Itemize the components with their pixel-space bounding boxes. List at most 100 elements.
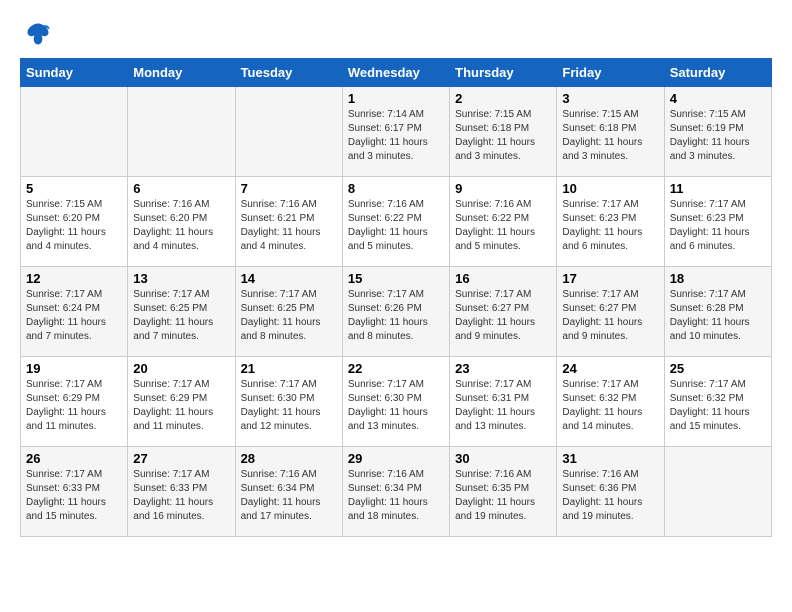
calendar-cell: 20 Sunrise: 7:17 AM Sunset: 6:29 PM Dayli…	[128, 357, 235, 447]
calendar-cell: 10 Sunrise: 7:17 AM Sunset: 6:23 PM Dayli…	[557, 177, 664, 267]
calendar-cell: 22 Sunrise: 7:17 AM Sunset: 6:30 PM Dayli…	[342, 357, 449, 447]
calendar-cell: 17 Sunrise: 7:17 AM Sunset: 6:27 PM Dayli…	[557, 267, 664, 357]
day-info: Sunrise: 7:17 AM Sunset: 6:23 PM Dayligh…	[670, 198, 766, 254]
day-info: Sunrise: 7:17 AM Sunset: 6:25 PM Dayligh…	[241, 288, 337, 344]
day-info: Sunrise: 7:17 AM Sunset: 6:31 PM Dayligh…	[455, 378, 551, 434]
day-number: 24	[562, 361, 658, 376]
calendar-week-row: 5 Sunrise: 7:15 AM Sunset: 6:20 PM Daylig…	[21, 177, 772, 267]
calendar-cell: 13 Sunrise: 7:17 AM Sunset: 6:25 PM Dayli…	[128, 267, 235, 357]
day-info: Sunrise: 7:16 AM Sunset: 6:34 PM Dayligh…	[241, 468, 337, 524]
weekday-header-tuesday: Tuesday	[235, 59, 342, 87]
calendar-week-row: 26 Sunrise: 7:17 AM Sunset: 6:33 PM Dayli…	[21, 447, 772, 537]
day-number: 15	[348, 271, 444, 286]
day-number: 6	[133, 181, 229, 196]
calendar-cell: 26 Sunrise: 7:17 AM Sunset: 6:33 PM Dayli…	[21, 447, 128, 537]
weekday-header-friday: Friday	[557, 59, 664, 87]
day-number: 28	[241, 451, 337, 466]
day-info: Sunrise: 7:17 AM Sunset: 6:24 PM Dayligh…	[26, 288, 122, 344]
day-info: Sunrise: 7:17 AM Sunset: 6:29 PM Dayligh…	[26, 378, 122, 434]
calendar-cell: 6 Sunrise: 7:16 AM Sunset: 6:20 PM Daylig…	[128, 177, 235, 267]
day-number: 25	[670, 361, 766, 376]
weekday-header-row: SundayMondayTuesdayWednesdayThursdayFrid…	[21, 59, 772, 87]
day-info: Sunrise: 7:17 AM Sunset: 6:26 PM Dayligh…	[348, 288, 444, 344]
day-info: Sunrise: 7:16 AM Sunset: 6:22 PM Dayligh…	[455, 198, 551, 254]
calendar-cell: 21 Sunrise: 7:17 AM Sunset: 6:30 PM Dayli…	[235, 357, 342, 447]
day-number: 13	[133, 271, 229, 286]
calendar-cell	[128, 87, 235, 177]
day-number: 1	[348, 91, 444, 106]
weekday-header-thursday: Thursday	[450, 59, 557, 87]
day-number: 7	[241, 181, 337, 196]
weekday-header-saturday: Saturday	[664, 59, 771, 87]
day-number: 10	[562, 181, 658, 196]
logo-bird-icon	[24, 20, 52, 48]
day-info: Sunrise: 7:17 AM Sunset: 6:32 PM Dayligh…	[670, 378, 766, 434]
calendar-cell: 27Sunrise: 7:17 AM Sunset: 6:33 PM Dayli…	[128, 447, 235, 537]
calendar-cell: 19Sunrise: 7:17 AM Sunset: 6:29 PM Dayli…	[21, 357, 128, 447]
day-info: Sunrise: 7:17 AM Sunset: 6:29 PM Dayligh…	[133, 378, 229, 434]
calendar-cell: 15 Sunrise: 7:17 AM Sunset: 6:26 PM Dayli…	[342, 267, 449, 357]
day-number: 16	[455, 271, 551, 286]
day-number: 26	[26, 451, 122, 466]
day-info: Sunrise: 7:16 AM Sunset: 6:36 PM Dayligh…	[562, 468, 658, 524]
day-number: 17	[562, 271, 658, 286]
day-number: 23	[455, 361, 551, 376]
day-number: 21	[241, 361, 337, 376]
calendar-cell	[664, 447, 771, 537]
calendar-cell	[21, 87, 128, 177]
calendar-week-row: 12 Sunrise: 7:17 AM Sunset: 6:24 PM Dayli…	[21, 267, 772, 357]
day-number: 4	[670, 91, 766, 106]
day-number: 20	[133, 361, 229, 376]
day-info: Sunrise: 7:17 AM Sunset: 6:23 PM Dayligh…	[562, 198, 658, 254]
day-info: Sunrise: 7:17 AM Sunset: 6:27 PM Dayligh…	[562, 288, 658, 344]
calendar-cell: 4 Sunrise: 7:15 AM Sunset: 6:19 PM Daylig…	[664, 87, 771, 177]
day-number: 31	[562, 451, 658, 466]
day-number: 2	[455, 91, 551, 106]
calendar-cell: 2 Sunrise: 7:15 AM Sunset: 6:18 PM Daylig…	[450, 87, 557, 177]
calendar-cell: 23 Sunrise: 7:17 AM Sunset: 6:31 PM Dayli…	[450, 357, 557, 447]
day-number: 5	[26, 181, 122, 196]
calendar-cell: 3Sunrise: 7:15 AM Sunset: 6:18 PM Daylig…	[557, 87, 664, 177]
day-info: Sunrise: 7:16 AM Sunset: 6:35 PM Dayligh…	[455, 468, 551, 524]
calendar-cell: 1 Sunrise: 7:14 AM Sunset: 6:17 PM Daylig…	[342, 87, 449, 177]
day-info: Sunrise: 7:15 AM Sunset: 6:19 PM Dayligh…	[670, 108, 766, 164]
calendar-cell: 31 Sunrise: 7:16 AM Sunset: 6:36 PM Dayli…	[557, 447, 664, 537]
day-number: 27	[133, 451, 229, 466]
day-number: 8	[348, 181, 444, 196]
day-info: Sunrise: 7:17 AM Sunset: 6:27 PM Dayligh…	[455, 288, 551, 344]
day-info: Sunrise: 7:16 AM Sunset: 6:22 PM Dayligh…	[348, 198, 444, 254]
calendar-cell: 5 Sunrise: 7:15 AM Sunset: 6:20 PM Daylig…	[21, 177, 128, 267]
day-info: Sunrise: 7:17 AM Sunset: 6:25 PM Dayligh…	[133, 288, 229, 344]
day-info: Sunrise: 7:17 AM Sunset: 6:30 PM Dayligh…	[241, 378, 337, 434]
day-info: Sunrise: 7:15 AM Sunset: 6:18 PM Dayligh…	[455, 108, 551, 164]
day-info: Sunrise: 7:14 AM Sunset: 6:17 PM Dayligh…	[348, 108, 444, 164]
day-info: Sunrise: 7:17 AM Sunset: 6:33 PM Dayligh…	[26, 468, 122, 524]
day-info: Sunrise: 7:17 AM Sunset: 6:32 PM Dayligh…	[562, 378, 658, 434]
day-info: Sunrise: 7:17 AM Sunset: 6:30 PM Dayligh…	[348, 378, 444, 434]
day-number: 30	[455, 451, 551, 466]
weekday-header-sunday: Sunday	[21, 59, 128, 87]
day-info: Sunrise: 7:15 AM Sunset: 6:20 PM Dayligh…	[26, 198, 122, 254]
day-number: 29	[348, 451, 444, 466]
calendar-cell	[235, 87, 342, 177]
day-info: Sunrise: 7:16 AM Sunset: 6:20 PM Dayligh…	[133, 198, 229, 254]
weekday-header-wednesday: Wednesday	[342, 59, 449, 87]
day-info: Sunrise: 7:17 AM Sunset: 6:28 PM Dayligh…	[670, 288, 766, 344]
calendar-cell: 24 Sunrise: 7:17 AM Sunset: 6:32 PM Dayli…	[557, 357, 664, 447]
calendar-cell: 9Sunrise: 7:16 AM Sunset: 6:22 PM Daylig…	[450, 177, 557, 267]
calendar-week-row: 1 Sunrise: 7:14 AM Sunset: 6:17 PM Daylig…	[21, 87, 772, 177]
weekday-header-monday: Monday	[128, 59, 235, 87]
calendar-cell: 12 Sunrise: 7:17 AM Sunset: 6:24 PM Dayli…	[21, 267, 128, 357]
day-number: 14	[241, 271, 337, 286]
day-number: 18	[670, 271, 766, 286]
calendar-cell: 25 Sunrise: 7:17 AM Sunset: 6:32 PM Dayli…	[664, 357, 771, 447]
logo	[20, 20, 52, 48]
calendar-cell: 14 Sunrise: 7:17 AM Sunset: 6:25 PM Dayli…	[235, 267, 342, 357]
day-number: 3	[562, 91, 658, 106]
day-number: 22	[348, 361, 444, 376]
calendar-table: SundayMondayTuesdayWednesdayThursdayFrid…	[20, 58, 772, 537]
day-number: 12	[26, 271, 122, 286]
calendar-cell: 30 Sunrise: 7:16 AM Sunset: 6:35 PM Dayli…	[450, 447, 557, 537]
calendar-cell: 7Sunrise: 7:16 AM Sunset: 6:21 PM Daylig…	[235, 177, 342, 267]
calendar-week-row: 19Sunrise: 7:17 AM Sunset: 6:29 PM Dayli…	[21, 357, 772, 447]
